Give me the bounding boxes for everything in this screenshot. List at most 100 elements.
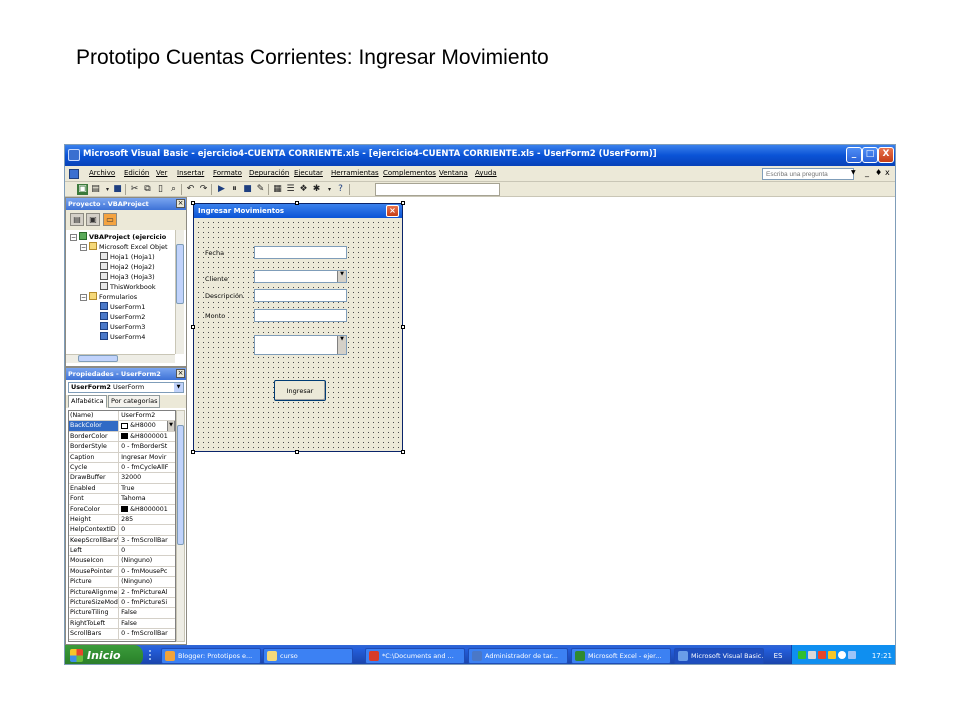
property-row[interactable]: RightToLeft False	[69, 618, 175, 630]
view-excel-icon[interactable]: ▣	[77, 184, 88, 195]
property-value[interactable]: 0 - fmScrollBar	[119, 629, 175, 638]
property-row[interactable]: PictureSizeMode 0 - fmPictureSi	[69, 598, 175, 609]
task-button-visual-basic[interactable]: Microsoft Visual Basic...	[674, 648, 764, 664]
tree-item-hoja1[interactable]: Hoja1 (Hoja1)	[68, 252, 174, 262]
view-code-icon[interactable]: ▤	[70, 213, 84, 226]
tree-item-hoja3[interactable]: Hoja3 (Hoja3)	[68, 272, 174, 282]
network-icon[interactable]	[798, 651, 806, 659]
property-value[interactable]: 0 - fmPictureSi	[119, 598, 175, 607]
menu-herramientas[interactable]: Herramientas	[331, 169, 379, 177]
close-icon[interactable]: ×	[176, 369, 185, 378]
property-value[interactable]: (Ninguno)	[119, 556, 175, 565]
project-vertical-scrollbar[interactable]	[175, 230, 184, 354]
property-value[interactable]: False	[119, 608, 175, 617]
chevron-down-icon[interactable]: ▼	[851, 169, 856, 176]
property-row[interactable]: Height 285	[69, 514, 175, 526]
task-button-task-manager[interactable]: Administrador de tar...	[468, 648, 568, 664]
property-row[interactable]: Font Tahoma	[69, 494, 175, 505]
property-value[interactable]: (Ninguno)	[119, 577, 175, 586]
close-icon[interactable]: ×	[386, 205, 399, 217]
undo-icon[interactable]: ↶	[185, 184, 196, 195]
property-value[interactable]: 0 - fmMousePc	[119, 567, 175, 576]
property-row[interactable]: MousePointer 0 - fmMousePc	[69, 566, 175, 578]
fecha-textbox[interactable]	[254, 246, 347, 259]
resize-handle[interactable]	[191, 201, 195, 205]
chevron-down-icon[interactable]: ▼	[167, 421, 175, 431]
menu-edicion[interactable]: Edición	[124, 169, 149, 177]
menu-archivo[interactable]: Archivo	[89, 169, 115, 177]
chevron-down-icon[interactable]: ▼	[174, 383, 183, 392]
resize-handle[interactable]	[401, 450, 405, 454]
object-browser-icon[interactable]: ❖	[298, 184, 309, 195]
property-row[interactable]: KeepScrollBarsV 3 - fmScrollBar	[69, 535, 175, 547]
property-value[interactable]: 32000	[119, 473, 175, 482]
property-row[interactable]: DrawBuffer 32000	[69, 473, 175, 484]
tree-item-userform4[interactable]: UserForm4	[68, 332, 174, 342]
run-icon[interactable]: ▶	[216, 184, 227, 195]
label-cliente[interactable]: Cliente	[205, 275, 228, 283]
property-row[interactable]: PictureTiling False	[69, 608, 175, 619]
pause-icon[interactable]: ⏸	[229, 184, 240, 195]
project-horizontal-scrollbar[interactable]	[66, 354, 175, 363]
tree-item-userform2[interactable]: UserForm2	[68, 312, 174, 322]
property-value[interactable]: True	[119, 484, 175, 493]
mdi-restore-button[interactable]: ♦	[875, 168, 882, 177]
redo-icon[interactable]: ↷	[198, 184, 209, 195]
chevron-down-icon[interactable]: ▾	[324, 184, 335, 195]
chevron-down-icon[interactable]: ▼	[337, 336, 346, 354]
ingresar-button[interactable]: Ingresar	[274, 380, 326, 401]
property-value[interactable]: &H8000001	[119, 505, 175, 514]
help-search-input[interactable]	[762, 168, 854, 180]
property-value[interactable]: 3 - fmScrollBar	[119, 536, 175, 545]
cut-icon[interactable]: ✂	[129, 184, 140, 195]
property-value[interactable]: 285	[119, 515, 175, 524]
label-descripcion[interactable]: Descripción	[205, 292, 244, 300]
toggle-folders-icon[interactable]: ▭	[103, 213, 117, 226]
resize-handle[interactable]	[295, 450, 299, 454]
property-value[interactable]: &H8000 ▼	[119, 421, 175, 431]
descripcion-textbox[interactable]	[254, 289, 347, 302]
resize-handle[interactable]	[191, 325, 195, 329]
property-row[interactable]: BorderStyle 0 - fmBorderSt	[69, 442, 175, 453]
mdi-minimize-button[interactable]: _	[865, 168, 869, 177]
property-value[interactable]: False	[119, 619, 175, 628]
property-row[interactable]: ForeColor &H8000001	[69, 504, 175, 515]
close-button[interactable]: X	[878, 147, 894, 163]
form-canvas[interactable]: Fecha Cliente ▼ Descripción Monto ▼ Ingr…	[196, 220, 400, 449]
properties-vertical-scrollbar[interactable]	[176, 410, 185, 642]
menu-complementos[interactable]: Complementos	[383, 169, 436, 177]
menu-depuracion[interactable]: Depuración	[249, 169, 289, 177]
tree-item-vbaproject[interactable]: − VBAProject (ejercicio	[68, 232, 174, 242]
property-row[interactable]: BorderColor &H8000001	[69, 431, 175, 443]
monto-textbox[interactable]	[254, 309, 347, 322]
properties-window-icon[interactable]: ☰	[285, 184, 296, 195]
task-button-documents[interactable]: *C:\Documents and ...	[365, 648, 465, 664]
security-icon[interactable]	[818, 651, 826, 659]
tree-item-excel-objects[interactable]: − Microsoft Excel Objet	[68, 242, 174, 252]
save-icon[interactable]: ■	[112, 184, 123, 195]
property-value[interactable]: Ingresar Movir	[119, 453, 175, 462]
scrollbar-thumb[interactable]	[177, 425, 184, 545]
property-value[interactable]: 0 - fmCycleAllF	[119, 463, 175, 472]
menu-ver[interactable]: Ver	[156, 169, 167, 177]
property-value[interactable]: 0	[119, 546, 175, 555]
help-icon[interactable]: ?	[335, 184, 346, 195]
language-indicator[interactable]: ES	[767, 648, 789, 664]
paste-icon[interactable]: ▯	[155, 184, 166, 195]
collapse-icon[interactable]: −	[80, 294, 87, 301]
property-row[interactable]: Cycle 0 - fmCycleAllF	[69, 462, 175, 474]
tree-item-userform1[interactable]: UserForm1	[68, 302, 174, 312]
chevron-down-icon[interactable]: ▼	[337, 271, 346, 282]
scrollbar-thumb[interactable]	[176, 244, 184, 304]
resize-handle[interactable]	[401, 325, 405, 329]
userform-designer[interactable]: Ingresar Movimientos × Fecha Cliente ▼ D…	[193, 203, 403, 452]
tree-item-userform3[interactable]: UserForm3	[68, 322, 174, 332]
property-row[interactable]: Picture (Ninguno)	[69, 577, 175, 588]
menu-insertar[interactable]: Insertar	[177, 169, 204, 177]
mdi-close-button[interactable]: x	[885, 168, 890, 177]
tab-por-categorias[interactable]: Por categorías	[108, 395, 161, 408]
property-row[interactable]: Caption Ingresar Movir	[69, 452, 175, 463]
tree-item-hoja2[interactable]: Hoja2 (Hoja2)	[68, 262, 174, 272]
menu-ventana[interactable]: Ventana	[439, 169, 468, 177]
label-fecha[interactable]: Fecha	[205, 249, 225, 257]
